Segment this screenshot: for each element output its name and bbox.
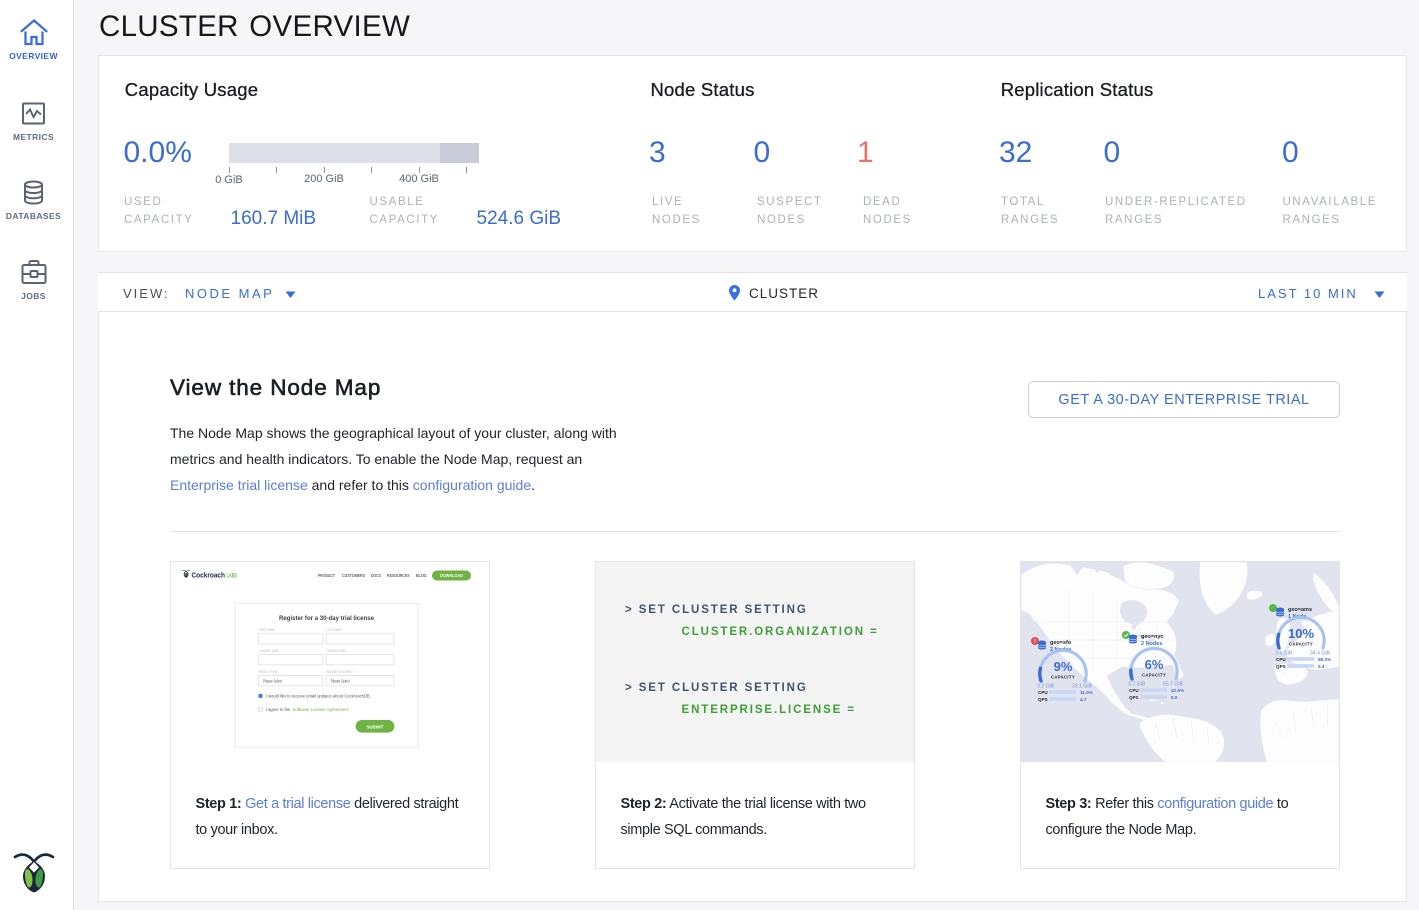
svg-text:65.7 GiB: 65.7 GiB — [1163, 682, 1184, 688]
svg-text:CPU: CPU — [1276, 657, 1286, 662]
svg-text:6%: 6% — [1145, 657, 1164, 672]
svg-text:COMPANY EMAIL: COMPANY EMAIL — [327, 649, 347, 653]
svg-text:FIRST NAME: FIRST NAME — [259, 628, 275, 632]
svg-text:CPU: CPU — [1129, 688, 1139, 693]
svg-text:geo=sfo: geo=sfo — [1050, 640, 1072, 646]
svg-text:COMPANY NAME: COMPANY NAME — [259, 649, 279, 653]
svg-text:0.0: 0.0 — [1171, 695, 1178, 700]
svg-text:CAPACITY: CAPACITY — [1289, 642, 1313, 647]
svg-text:Please Select: Please Select — [331, 679, 351, 684]
svg-text:CAPACITY: CAPACITY — [1142, 673, 1166, 678]
svg-text:QPS: QPS — [1129, 695, 1139, 700]
svg-text:34.4 GiB: 34.4 GiB — [1310, 651, 1331, 657]
svg-text:DOWNLOAD: DOWNLOAD — [440, 573, 463, 578]
svg-text:3.7 GiB: 3.7 GiB — [1128, 682, 1146, 688]
svg-text:PROJECT PHASE: PROJECT PHASE — [259, 670, 278, 674]
svg-text:2 Nodes: 2 Nodes — [1141, 641, 1162, 647]
svg-text:42.5%: 42.5% — [1171, 688, 1184, 693]
svg-text:QPS: QPS — [1038, 697, 1048, 702]
svg-text:I would like to receive email: I would like to receive email updates ab… — [266, 694, 371, 699]
svg-text:LABS: LABS — [227, 573, 238, 580]
svg-text:BLOG: BLOG — [416, 573, 427, 578]
svg-text:33.1 GiB: 33.1 GiB — [1072, 684, 1093, 690]
svg-text:11.0%: 11.0% — [1080, 690, 1093, 695]
svg-text:REASON FOR INTEREST: REASON FOR INTEREST — [327, 670, 355, 674]
svg-text:LAST NAME: LAST NAME — [327, 628, 342, 632]
svg-text:Cockroach: Cockroach — [192, 573, 226, 580]
svg-text:10%: 10% — [1288, 626, 1314, 641]
svg-text:3.6 GiB: 3.6 GiB — [1275, 651, 1293, 657]
svg-text:QPS: QPS — [1276, 664, 1286, 669]
svg-text:PRODUCT: PRODUCT — [318, 573, 335, 578]
svg-text:Software License Agreement.: Software License Agreement. — [293, 707, 350, 712]
svg-text:RESOURCES: RESOURCES — [387, 573, 410, 578]
svg-text:Register for a 30-day trial li: Register for a 30-day trial license — [279, 615, 374, 622]
svg-text:geo=nyc: geo=nyc — [1141, 634, 1163, 640]
svg-text:CPU: CPU — [1038, 690, 1048, 695]
svg-text:9%: 9% — [1054, 659, 1073, 674]
svg-text:I agree to the: I agree to the — [266, 707, 291, 712]
svg-text:58.3%: 58.3% — [1318, 657, 1331, 662]
svg-text:geo=ams: geo=ams — [1288, 607, 1312, 613]
svg-text:CUSTOMERS: CUSTOMERS — [342, 573, 365, 578]
svg-text:CAPACITY: CAPACITY — [1051, 675, 1075, 680]
svg-text:3.2 GiB: 3.2 GiB — [1037, 684, 1055, 690]
svg-text:4.7: 4.7 — [1080, 697, 1087, 702]
svg-text:DOCS: DOCS — [371, 573, 381, 578]
svg-text:Please Select: Please Select — [263, 679, 283, 684]
svg-text:0.4: 0.4 — [1318, 664, 1325, 669]
svg-text:SUBMIT: SUBMIT — [367, 724, 384, 729]
